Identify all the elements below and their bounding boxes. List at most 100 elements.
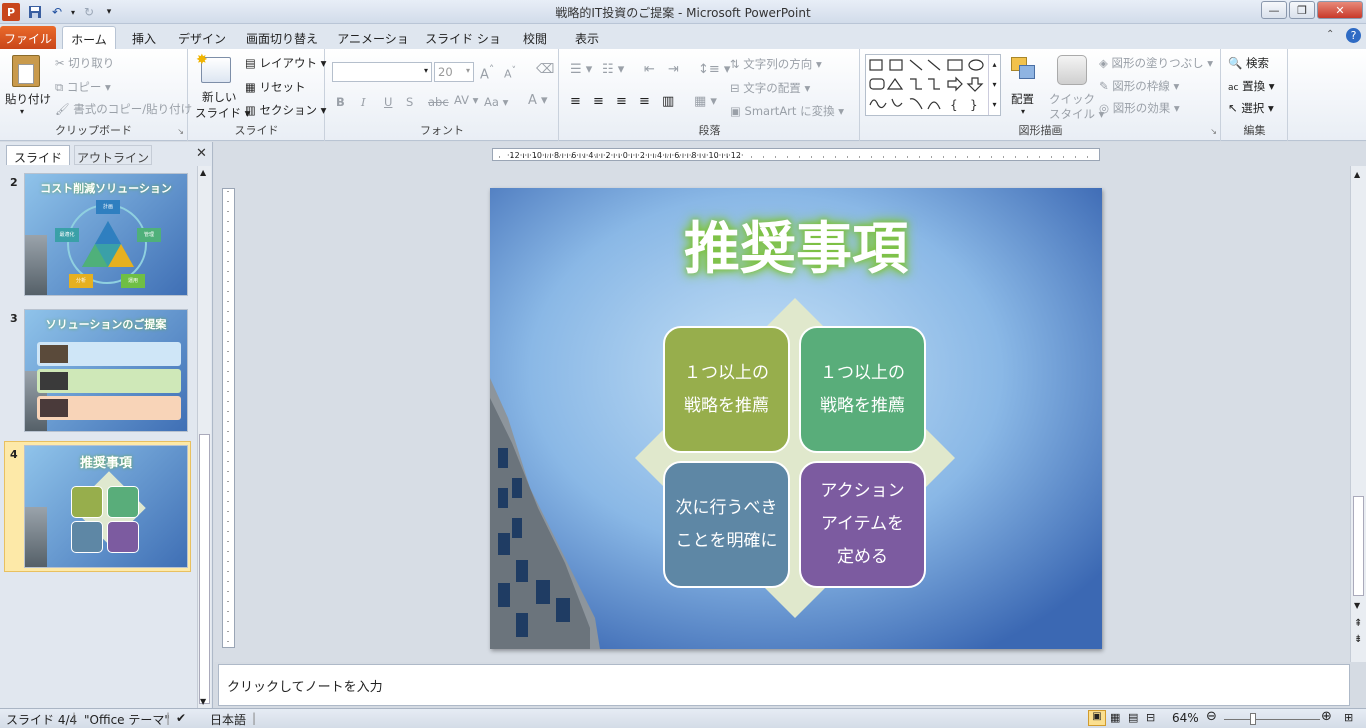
text-direction-button[interactable]: ⇅ 文字列の方向 ▾ bbox=[730, 56, 822, 72]
tab-transitions[interactable]: 画面切り替え bbox=[238, 26, 326, 49]
grow-font-icon[interactable]: A˄ bbox=[480, 63, 494, 82]
align-right-icon[interactable]: ≡ bbox=[616, 94, 627, 109]
tab-review[interactable]: 校閲 bbox=[512, 26, 558, 49]
align-text-button[interactable]: ⊟ 文字の配置 ▾ bbox=[730, 80, 810, 96]
slide-sorter-icon[interactable]: ▦ bbox=[1110, 711, 1120, 724]
replace-button[interactable]: ac 置換 ▾ bbox=[1228, 78, 1275, 94]
distribute-icon[interactable]: ▥ bbox=[662, 94, 674, 109]
paste-button[interactable]: 貼り付け bbox=[5, 91, 51, 107]
help-icon[interactable]: ? bbox=[1346, 28, 1361, 43]
arrange-dropdown-icon[interactable]: ▾ bbox=[1021, 107, 1025, 116]
language-indicator[interactable]: 日本語 bbox=[210, 711, 246, 728]
tab-slides[interactable]: スライド bbox=[6, 145, 70, 165]
minimize-button[interactable]: — bbox=[1261, 1, 1287, 19]
gallery-scroll[interactable]: ▴ ▾ ▾ bbox=[988, 55, 1000, 115]
section-button[interactable]: ▥ セクション ▾ bbox=[245, 102, 326, 118]
align-center-icon[interactable]: ≡ bbox=[593, 94, 604, 109]
tab-file[interactable]: ファイル bbox=[0, 26, 56, 49]
slide-scrollbar[interactable]: ▲ ▼ ⇞ ⇟ bbox=[1350, 166, 1366, 662]
next-slide-icon[interactable]: ⇟ bbox=[1354, 634, 1362, 645]
format-painter-button[interactable]: 🖌 書式のコピー/貼り付け bbox=[55, 101, 192, 117]
shape-effects-button[interactable]: ◎ 図形の効果 ▾ bbox=[1099, 100, 1180, 116]
scroll-up-icon[interactable]: ▲ bbox=[200, 168, 206, 177]
new-slide-label[interactable]: 新しい bbox=[202, 89, 237, 105]
paste-dropdown-icon[interactable]: ▾ bbox=[20, 107, 24, 116]
slide-title[interactable]: 推奨事項 bbox=[490, 204, 1102, 285]
zoom-slider-thumb[interactable] bbox=[1250, 713, 1256, 725]
font-name-select[interactable]: ▾ bbox=[332, 62, 432, 82]
recommendation-box-2[interactable]: １つ以上の 戦略を推薦 bbox=[799, 326, 926, 453]
tab-animations[interactable]: アニメーション bbox=[332, 26, 414, 63]
new-slide-icon[interactable]: ✸ bbox=[196, 52, 231, 83]
quick-styles-icon[interactable] bbox=[1057, 55, 1087, 85]
shrink-font-icon[interactable]: A˅ bbox=[504, 65, 516, 81]
select-button[interactable]: ↖ 選択 ▾ bbox=[1228, 100, 1274, 116]
clear-format-icon[interactable]: ⌫ bbox=[536, 62, 554, 77]
font-size-select[interactable]: 20 ▾ bbox=[434, 62, 474, 82]
quick-styles-label[interactable]: クイック bbox=[1049, 91, 1095, 107]
slide-canvas[interactable]: 推奨事項 １つ以上の 戦略を推薦 １つ以上の 戦略を推薦 次に行うべき ことを明確に … bbox=[490, 188, 1102, 649]
tab-outline[interactable]: アウトライン bbox=[74, 145, 152, 165]
justify-icon[interactable]: ≡ bbox=[639, 94, 650, 109]
tab-slideshow[interactable]: スライド ショー bbox=[420, 26, 506, 63]
arrange-button[interactable]: 配置 bbox=[1011, 91, 1034, 107]
scroll-down-icon[interactable]: ▼ bbox=[1354, 601, 1360, 610]
find-button[interactable]: 🔍 検索 bbox=[1228, 55, 1269, 71]
tab-design[interactable]: デザイン bbox=[172, 26, 232, 49]
shape-fill-button[interactable]: ◈ 図形の塗りつぶし ▾ bbox=[1099, 55, 1213, 71]
slide-thumbnail-4[interactable]: 推奨事項 bbox=[24, 445, 188, 568]
close-button[interactable]: ✕ bbox=[1317, 1, 1363, 19]
normal-view-icon[interactable]: ▣ bbox=[1088, 710, 1106, 726]
change-case-button[interactable]: Aa ▾ bbox=[484, 95, 508, 109]
scroll-up-icon[interactable]: ▲ bbox=[1354, 170, 1360, 179]
slide-thumbnail-2[interactable]: コスト削減ソリューション 計画 最適化 管理 分析 運用 bbox=[24, 173, 188, 296]
line-spacing-icon[interactable]: ↕≡ ▾ bbox=[698, 62, 730, 77]
paste-icon[interactable] bbox=[12, 55, 40, 87]
bold-button[interactable]: B bbox=[336, 95, 345, 109]
scroll-thumb[interactable] bbox=[1353, 496, 1364, 596]
slideshow-icon[interactable]: ⊟ bbox=[1146, 711, 1155, 724]
zoom-level[interactable]: 64% bbox=[1172, 711, 1199, 725]
shapes-gallery[interactable]: {} ▴ ▾ ▾ bbox=[865, 54, 1001, 116]
copy-button[interactable]: ⧉ コピー ▾ bbox=[55, 79, 111, 95]
reading-view-icon[interactable]: ▤ bbox=[1128, 711, 1138, 724]
italic-button[interactable]: I bbox=[361, 95, 366, 109]
recommendation-box-4[interactable]: アクション アイテムを 定める bbox=[799, 461, 926, 588]
previous-slide-icon[interactable]: ⇞ bbox=[1354, 618, 1362, 629]
recommendation-box-1[interactable]: １つ以上の 戦略を推薦 bbox=[663, 326, 790, 453]
decrease-indent-icon[interactable]: ⇤ bbox=[644, 62, 655, 77]
strikethrough-button[interactable]: abc bbox=[428, 95, 449, 109]
dialog-launcher-icon[interactable]: ↘ bbox=[1210, 127, 1217, 136]
slides-pane-scrollbar[interactable]: ▲ ▼ bbox=[197, 166, 211, 708]
columns-icon[interactable]: ▦ ▾ bbox=[694, 94, 717, 109]
theme-name[interactable]: "Office テーマ" bbox=[84, 711, 170, 728]
slide-thumbnail-3[interactable]: ソリューションのご提案 bbox=[24, 309, 188, 432]
dialog-launcher-icon[interactable]: ↘ bbox=[177, 127, 184, 136]
restore-button[interactable]: ❐ bbox=[1289, 1, 1315, 19]
ribbon-minimize-icon[interactable]: ⌃ bbox=[1326, 29, 1334, 40]
shadow-button[interactable]: S bbox=[406, 95, 413, 109]
layout-button[interactable]: ▤ レイアウト ▾ bbox=[245, 55, 326, 71]
smartart-button[interactable]: ▣ SmartArt に変換 ▾ bbox=[730, 103, 844, 119]
scroll-thumb[interactable] bbox=[199, 434, 210, 704]
increase-indent-icon[interactable]: ⇥ bbox=[668, 62, 679, 77]
bullets-icon[interactable]: ☰ ▾ bbox=[570, 62, 592, 77]
quick-styles-label-2[interactable]: スタイル ▾ bbox=[1049, 106, 1104, 122]
font-color-button[interactable]: A ▾ bbox=[528, 93, 548, 108]
tab-insert[interactable]: 挿入 bbox=[122, 26, 166, 49]
underline-button[interactable]: U bbox=[384, 95, 392, 109]
zoom-out-icon[interactable]: ⊖ bbox=[1206, 709, 1217, 724]
recommendation-box-3[interactable]: 次に行うべき ことを明確に bbox=[663, 461, 790, 588]
reset-button[interactable]: ▦ リセット bbox=[245, 79, 306, 95]
zoom-slider-track[interactable] bbox=[1224, 719, 1320, 720]
align-left-icon[interactable]: ≡ bbox=[570, 94, 581, 109]
spell-check-icon[interactable]: ✔ bbox=[176, 711, 186, 725]
scroll-down-icon[interactable]: ▼ bbox=[200, 697, 206, 706]
cut-button[interactable]: ✂ 切り取り bbox=[55, 55, 114, 71]
tab-home[interactable]: ホーム bbox=[62, 26, 116, 49]
tab-view[interactable]: 表示 bbox=[564, 26, 610, 49]
shape-outline-button[interactable]: ✎ 図形の枠線 ▾ bbox=[1099, 78, 1179, 94]
char-spacing-button[interactable]: AV ▾ bbox=[454, 93, 478, 107]
numbering-icon[interactable]: ☷ ▾ bbox=[602, 62, 624, 77]
notes-pane[interactable]: クリックしてノートを入力 bbox=[218, 664, 1350, 706]
